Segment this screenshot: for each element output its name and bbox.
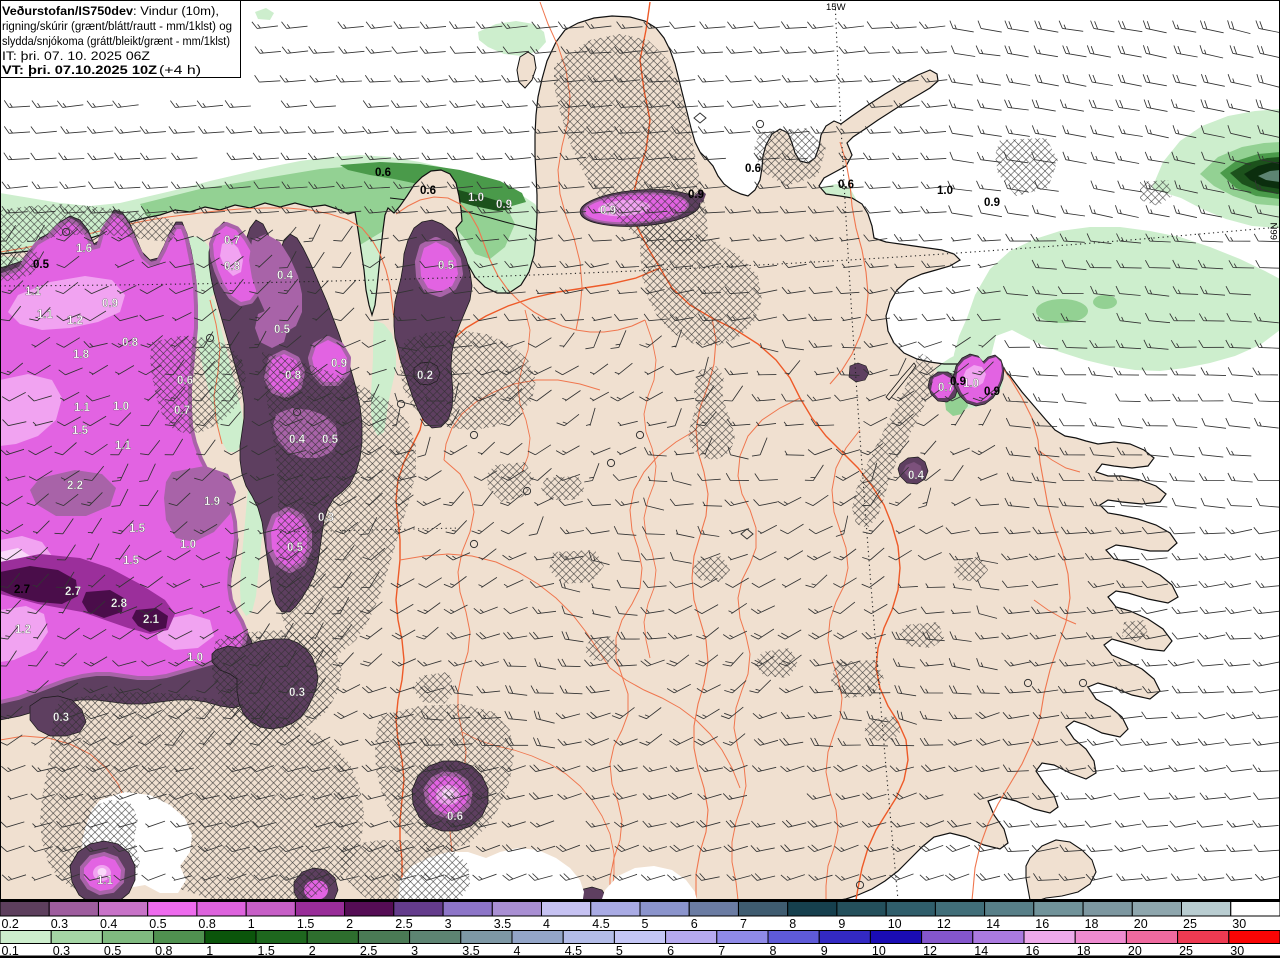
svg-text:5: 5 [642,917,649,931]
svg-text:14: 14 [986,917,1000,931]
svg-text:0.4: 0.4 [908,470,925,482]
svg-text:66N: 66N [1269,222,1280,240]
svg-text:6: 6 [691,917,698,931]
svg-text:: Vindur (10m),: : Vindur (10m), [133,4,219,18]
svg-text:0.6: 0.6 [745,163,761,175]
svg-text:2.8: 2.8 [111,598,128,610]
svg-text:2: 2 [346,917,353,931]
svg-text:0.2: 0.2 [417,370,433,382]
svg-text:0.8: 0.8 [224,261,241,273]
svg-text:7: 7 [740,917,747,931]
svg-text:0.9: 0.9 [950,376,966,388]
svg-text:10: 10 [888,917,902,931]
svg-text:0.7: 0.7 [174,405,190,417]
svg-text:15W: 15W [826,2,846,13]
svg-text:0.8: 0.8 [122,337,139,349]
svg-text:1.2: 1.2 [67,315,83,327]
svg-text:(+4 h): (+4 h) [159,63,201,77]
svg-text:1.5: 1.5 [72,425,89,437]
svg-text:0.7: 0.7 [224,235,240,247]
svg-text:1.1: 1.1 [25,286,42,298]
svg-text:1.2: 1.2 [15,624,31,636]
svg-text:12: 12 [937,917,951,931]
svg-text:1.1: 1.1 [74,402,91,414]
svg-text:0.3: 0.3 [53,712,69,724]
svg-text:0.5: 0.5 [287,542,304,554]
svg-text:1.0: 1.0 [113,401,129,413]
svg-text:4: 4 [543,917,550,931]
svg-text:0.6: 0.6 [838,179,854,191]
svg-text:0.6: 0.6 [447,811,463,823]
svg-text:9: 9 [838,917,845,931]
svg-text:rigning/skúrir (grænt/blátt/ra: rigning/skúrir (grænt/blátt/rautt - mm/1… [2,19,232,33]
svg-text:0.6: 0.6 [420,185,436,197]
svg-text:0.3: 0.3 [289,687,305,699]
svg-text:2.2: 2.2 [67,480,83,492]
svg-text:2.5: 2.5 [395,917,412,931]
svg-text:3: 3 [445,917,452,931]
svg-text:1.5: 1.5 [129,523,146,535]
svg-text:0.4: 0.4 [277,270,294,282]
svg-text:0.9: 0.9 [688,189,704,201]
svg-text:1.0: 1.0 [187,652,203,664]
svg-text:1.0: 1.0 [180,539,196,551]
svg-text:0.5: 0.5 [438,260,455,272]
svg-text:slydda/snjókoma (grátt/bleikt/: slydda/snjókoma (grátt/bleikt/grænt - mm… [2,34,230,48]
svg-text:16: 16 [1035,917,1049,931]
svg-text:1.6: 1.6 [76,243,92,255]
svg-text:0.9: 0.9 [600,205,616,217]
svg-text:1.0: 1.0 [468,192,484,204]
svg-text:0.6: 0.6 [375,167,391,179]
svg-text:Veðurstofan/IS750dev: Veðurstofan/IS750dev [2,4,133,18]
svg-text:25: 25 [1183,917,1197,931]
svg-text:0.8: 0.8 [285,370,302,382]
svg-text:0.3: 0.3 [318,512,334,524]
svg-text:20: 20 [1134,917,1148,931]
svg-text:VT: þri. 07.10.2025 10Z: VT: þri. 07.10.2025 10Z [2,63,158,77]
svg-text:1.1: 1.1 [97,875,114,887]
svg-text:1.5: 1.5 [297,917,314,931]
svg-text:0.9: 0.9 [102,298,118,310]
svg-text:0.9: 0.9 [496,199,512,211]
svg-text:0.5: 0.5 [149,917,166,931]
svg-text:1.1: 1.1 [37,309,54,321]
svg-text:30: 30 [1232,917,1246,931]
svg-text:2.7: 2.7 [65,586,81,598]
svg-text:IT: þri. 07. 10. 2025 06Z: IT: þri. 07. 10. 2025 06Z [2,49,151,63]
svg-text:0.9: 0.9 [984,386,1000,398]
svg-text:18: 18 [1085,917,1099,931]
svg-text:0.4: 0.4 [289,434,306,446]
svg-text:2.7: 2.7 [14,584,30,596]
svg-text:1.8: 1.8 [73,349,90,361]
svg-text:1.9: 1.9 [204,496,220,508]
svg-text:0.3: 0.3 [51,917,68,931]
svg-text:0.8: 0.8 [198,917,215,931]
svg-text:1.0: 1.0 [937,185,953,197]
svg-text:2.1: 2.1 [143,614,160,626]
svg-text:0.2: 0.2 [2,917,19,931]
svg-text:1.5: 1.5 [123,555,140,567]
svg-text:0.5: 0.5 [322,434,339,446]
svg-text:8: 8 [789,917,796,931]
svg-text:0.5: 0.5 [33,259,50,271]
svg-text:1: 1 [248,917,255,931]
svg-text:0.9: 0.9 [331,358,347,370]
svg-text:1.1: 1.1 [115,440,132,452]
svg-text:4.5: 4.5 [592,917,609,931]
svg-text:0.6: 0.6 [177,375,193,387]
svg-text:0.5: 0.5 [274,324,291,336]
svg-text:0.4: 0.4 [100,917,117,931]
svg-text:3.5: 3.5 [494,917,511,931]
svg-text:0.9: 0.9 [984,197,1000,209]
